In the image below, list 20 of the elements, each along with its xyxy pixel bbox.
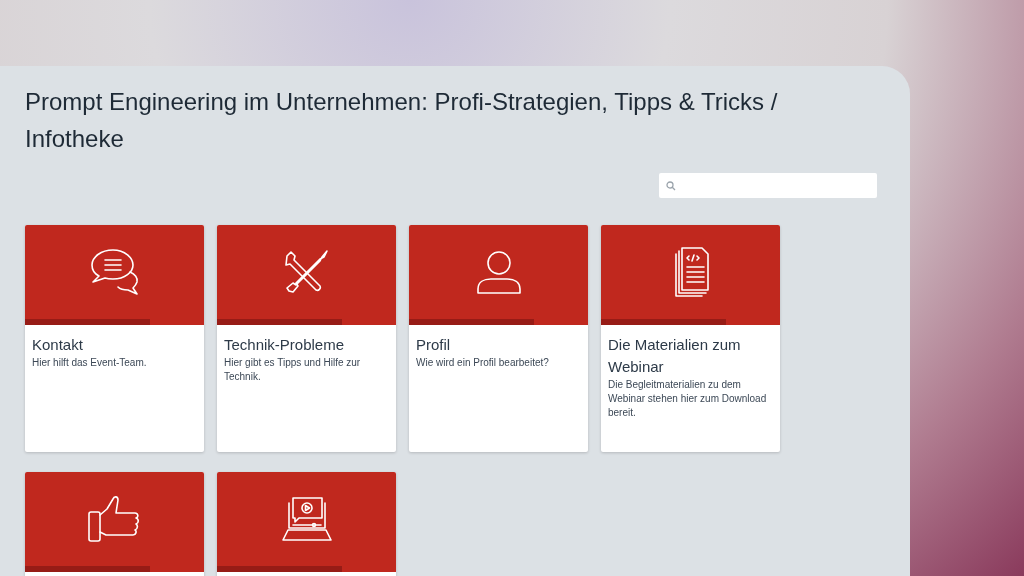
info-card[interactable]: Profil Wie wird ein Profil bearbeitet? xyxy=(409,225,588,452)
card-description: Hier gibt es Tipps und Hilfe zur Technik. xyxy=(224,356,362,384)
card-description: Die Begleitmaterialien zu dem Webinar stehen hier zum Download bereit. xyxy=(608,378,768,420)
card-title: Die Materialien zum Webinar xyxy=(608,335,742,377)
search-icon xyxy=(666,180,676,191)
wrench-screwdriver-icon xyxy=(282,248,331,296)
info-card[interactable]: Die Materialien zum Webinar Die Begleitmaterialien zu dem Webinar stehen hier zum Download bereit. xyxy=(601,225,780,452)
info-card[interactable]: Technik-Probleme Hier gibt es Tipps und Hilfe zur Technik. xyxy=(217,225,396,452)
speech-bubbles-icon xyxy=(88,247,141,297)
card-title: Kontakt xyxy=(32,335,84,355)
info-card[interactable]: Kontakt Hier hilft das Event-Team. xyxy=(25,225,204,452)
page-title: Prompt Engineering im Unternehmen: Profi-Strategien, Tipps & Tricks / Infotheke xyxy=(25,87,779,154)
person-icon xyxy=(475,249,522,295)
card-title: Profil xyxy=(416,335,452,355)
card-description: Wie wird ein Profil bearbeitet? xyxy=(416,356,550,370)
search-field[interactable] xyxy=(659,173,877,198)
video-laptop-icon xyxy=(281,496,332,542)
card-description: Hier hilft das Event-Team. xyxy=(32,356,148,370)
thumbs-up-icon xyxy=(87,495,142,543)
card-title: Technik-Probleme xyxy=(224,335,346,355)
